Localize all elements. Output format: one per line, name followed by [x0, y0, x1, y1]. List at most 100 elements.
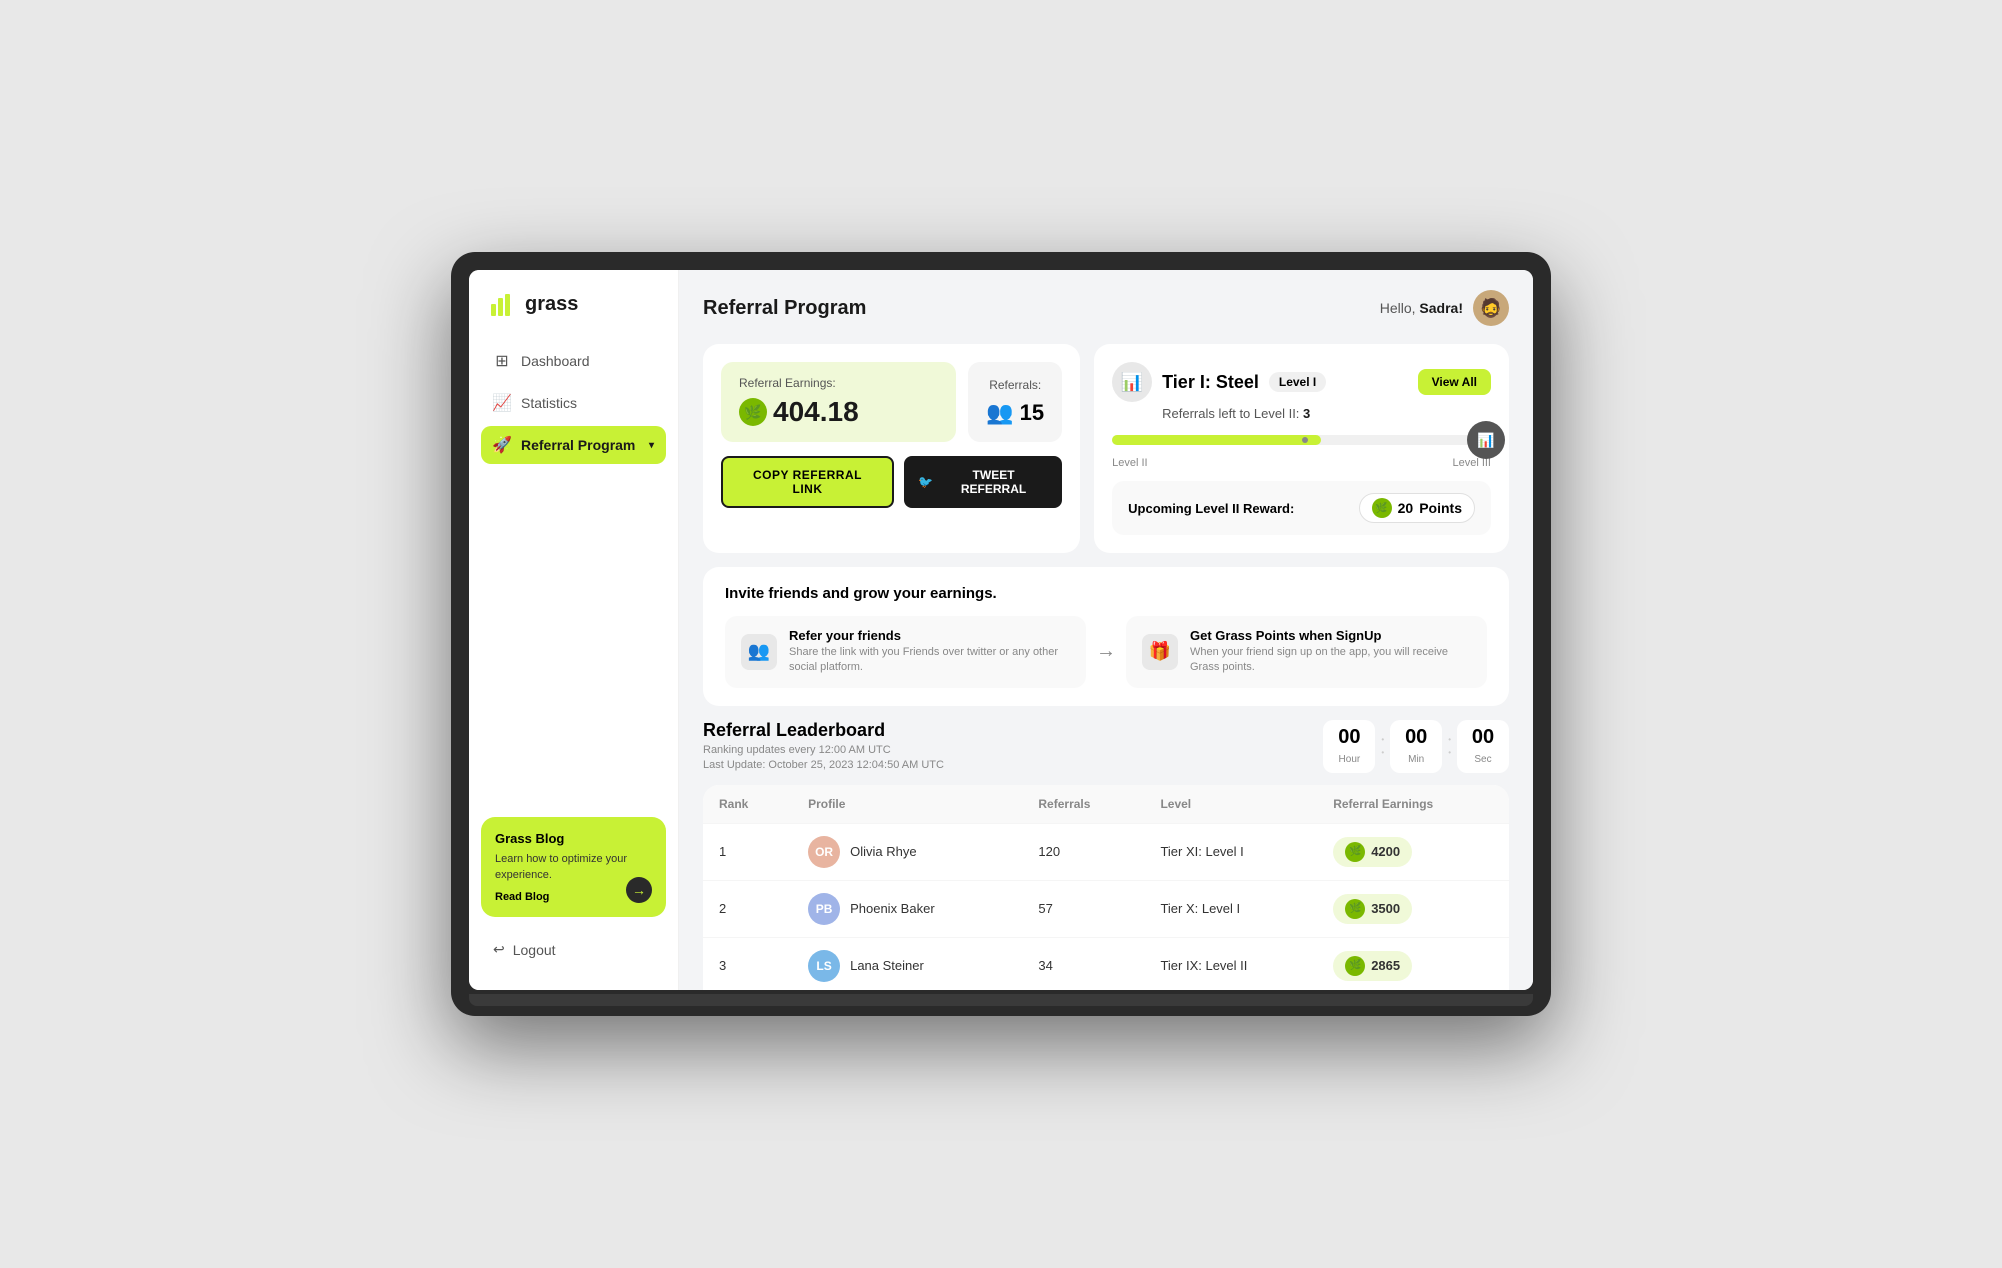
dashboard-icon: ⊞	[493, 352, 511, 370]
progress-midpoint	[1302, 437, 1308, 443]
step-1-text: Refer your friends Share the link with y…	[789, 628, 1070, 676]
username-text: Sadra!	[1419, 300, 1463, 316]
reward-value: 🌿 20 Points	[1359, 493, 1475, 523]
leaderboard-update-text: Ranking updates every 12:00 AM UTC	[703, 744, 944, 756]
sidebar-item-dashboard[interactable]: ⊞ Dashboard	[481, 342, 666, 380]
greeting-text: Hello, Sadra!	[1380, 300, 1463, 316]
reward-unit: Points	[1419, 500, 1462, 516]
laptop-frame: grass ⊞ Dashboard 📈 Statistics 🚀 Referra…	[451, 252, 1551, 1016]
sec-value: 00	[1469, 726, 1497, 749]
earnings-referrals-inner: Referral Earnings: 🌿 404.18 Referrals: 👥	[721, 362, 1062, 442]
tier-header: 📊 Tier I: Steel Level I View All	[1112, 362, 1491, 402]
cell-profile: PB Phoenix Baker	[792, 880, 1022, 937]
copy-referral-button[interactable]: COPY REFERRAL LINK	[721, 456, 894, 508]
min-value: 00	[1402, 726, 1430, 749]
min-label: Min	[1408, 754, 1424, 765]
blog-card-description: Learn how to optimize your experience.	[495, 852, 652, 883]
tweet-referral-button[interactable]: 🐦 TWEET REFERRAL	[904, 456, 1062, 508]
progress-bar-fill	[1112, 435, 1320, 445]
hour-label: Hour	[1339, 754, 1361, 765]
sidebar-item-referral[interactable]: 🚀 Referral Program ▾	[481, 426, 666, 464]
upcoming-reward: Upcoming Level II Reward: 🌿 20 Points	[1112, 481, 1491, 535]
earnings-box: Referral Earnings: 🌿 404.18	[721, 362, 956, 442]
cell-level: Tier XI: Level I	[1144, 823, 1317, 880]
logout-label: Logout	[513, 942, 556, 958]
referrals-icon: 👥	[986, 400, 1013, 426]
twitter-icon: 🐦	[918, 475, 933, 489]
col-level: Level	[1144, 785, 1317, 824]
referrals-number: 15	[1020, 400, 1044, 426]
invite-step-2: 🎁 Get Grass Points when SignUp When your…	[1126, 616, 1487, 688]
countdown-divider-2: ••	[1448, 720, 1451, 773]
col-referrals: Referrals	[1022, 785, 1144, 824]
laptop-screen: grass ⊞ Dashboard 📈 Statistics 🚀 Referra…	[469, 270, 1533, 990]
hour-value: 00	[1335, 726, 1363, 749]
referral-icon: 🚀	[493, 436, 511, 454]
reward-points: 20	[1398, 500, 1414, 516]
sidebar-item-statistics[interactable]: 📈 Statistics	[481, 384, 666, 422]
cell-earnings: 🌿 4200	[1317, 823, 1509, 880]
progress-labels: Level II Level III	[1112, 453, 1491, 473]
col-earnings: Referral Earnings	[1317, 785, 1509, 824]
cell-referrals: 34	[1022, 937, 1144, 990]
cell-level: Tier X: Level I	[1144, 880, 1317, 937]
leaderboard-last-update: Last Update: October 25, 2023 12:04:50 A…	[703, 759, 944, 771]
leaderboard-header: Referral Leaderboard Ranking updates eve…	[703, 720, 1509, 773]
progress-bar-bg: 📊	[1112, 435, 1491, 445]
referrals-left: Referrals left to Level II: 3	[1112, 406, 1491, 421]
tier-icon: 📊	[1112, 362, 1152, 402]
invite-steps: 👥 Refer your friends Share the link with…	[725, 616, 1487, 688]
logout-button[interactable]: ↩ Logout	[469, 929, 678, 970]
view-all-button[interactable]: View All	[1418, 369, 1491, 395]
referrals-box: Referrals: 👥 15	[968, 362, 1062, 442]
page-title: Referral Program	[703, 297, 866, 320]
cell-rank: 2	[703, 880, 792, 937]
leaderboard-title: Referral Leaderboard	[703, 720, 944, 741]
logout-icon: ↩	[493, 941, 505, 958]
app-name: grass	[525, 293, 578, 316]
countdown-boxes: 00 Hour •• 00 Min ••	[1323, 720, 1509, 773]
cell-rank: 1	[703, 823, 792, 880]
statistics-icon: 📈	[493, 394, 511, 412]
cell-rank: 3	[703, 937, 792, 990]
countdown-hour: 00 Hour	[1323, 720, 1375, 773]
table-row: 1 OR Olivia Rhye 120 Tier XI: Level I 🌿 …	[703, 823, 1509, 880]
blog-arrow-button[interactable]: →	[626, 877, 652, 903]
countdown-min: 00 Min	[1390, 720, 1442, 773]
col-rank: Rank	[703, 785, 792, 824]
sidebar: grass ⊞ Dashboard 📈 Statistics 🚀 Referra…	[469, 270, 679, 990]
leaderboard-title-area: Referral Leaderboard Ranking updates eve…	[703, 720, 944, 771]
laptop-chin	[469, 994, 1533, 1006]
step-2-text: Get Grass Points when SignUp When your f…	[1190, 628, 1471, 676]
step-1-title: Refer your friends	[789, 628, 1070, 643]
grass-coin-icon: 🌿	[739, 398, 767, 426]
avatar: 🧔	[1473, 290, 1509, 326]
cell-earnings: 🌿 2865	[1317, 937, 1509, 990]
tweet-label: TWEET REFERRAL	[939, 468, 1048, 496]
tier-name: Tier I: Steel	[1162, 372, 1259, 393]
countdown-divider-1: ••	[1381, 720, 1384, 773]
sec-label: Sec	[1474, 754, 1491, 765]
sidebar-item-label-statistics: Statistics	[521, 395, 577, 411]
chevron-down-icon: ▾	[649, 440, 654, 451]
level-ii-label: Level II	[1112, 457, 1147, 469]
referral-buttons: COPY REFERRAL LINK 🐦 TWEET REFERRAL	[721, 456, 1062, 508]
nav-items: ⊞ Dashboard 📈 Statistics 🚀 Referral Prog…	[469, 342, 678, 574]
table-row: 2 PB Phoenix Baker 57 Tier X: Level I 🌿 …	[703, 880, 1509, 937]
cell-profile: OR Olivia Rhye	[792, 823, 1022, 880]
step-1-icon: 👥	[741, 634, 777, 670]
table-header: Rank Profile Referrals Level Referral Ea…	[703, 785, 1509, 824]
leaderboard-section: Referral Leaderboard Ranking updates eve…	[703, 720, 1509, 990]
table-body: 1 OR Olivia Rhye 120 Tier XI: Level I 🌿 …	[703, 823, 1509, 990]
app-container: grass ⊞ Dashboard 📈 Statistics 🚀 Referra…	[469, 270, 1533, 990]
step-1-desc: Share the link with you Friends over twi…	[789, 645, 1070, 676]
col-profile: Profile	[792, 785, 1022, 824]
user-greeting: Hello, Sadra! 🧔	[1380, 290, 1509, 326]
reward-coin-icon: 🌿	[1372, 498, 1392, 518]
invite-card: Invite friends and grow your earnings. 👥…	[703, 567, 1509, 706]
countdown-sec: 00 Sec	[1457, 720, 1509, 773]
reward-label: Upcoming Level II Reward:	[1128, 501, 1294, 516]
leaderboard-table: Rank Profile Referrals Level Referral Ea…	[703, 785, 1509, 990]
leaderboard-data-table: Rank Profile Referrals Level Referral Ea…	[703, 785, 1509, 990]
referrals-left-value: 3	[1303, 406, 1310, 421]
